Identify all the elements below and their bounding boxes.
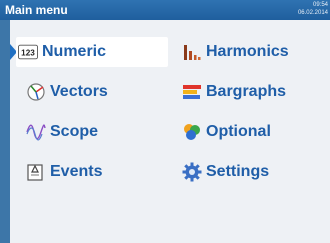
menu-item-label: Scope: [50, 123, 99, 140]
menu-item-optional[interactable]: Optional: [182, 117, 330, 147]
menu-item-bargraphs[interactable]: Bargraphs: [182, 77, 330, 107]
harmonics-bars-icon: [182, 42, 202, 62]
menu-item-numeric[interactable]: 123 Numeric: [16, 37, 168, 67]
menu-item-scope[interactable]: Scope: [16, 117, 166, 147]
bargraphs-icon: [182, 82, 202, 102]
menu-item-harmonics[interactable]: Harmonics: [182, 37, 330, 67]
menu-item-label: Vectors: [50, 83, 108, 100]
settings-gear-icon: [182, 162, 202, 182]
window-title: Main menu: [5, 3, 68, 17]
menu-item-label: Harmonics: [206, 43, 289, 60]
menu-item-label: Optional: [206, 123, 271, 140]
clock: 09:54 06.02.2014: [298, 1, 328, 17]
optional-puzzle-icon: [182, 122, 202, 142]
menu-item-label: Settings: [206, 163, 270, 180]
menu-item-events[interactable]: Events: [16, 157, 166, 187]
menu-item-settings[interactable]: Settings: [182, 157, 330, 187]
title-bar: Main menu 09:54 06.02.2014: [0, 0, 330, 20]
clock-time: 09:54: [312, 2, 328, 8]
menu-item-label: Numeric: [42, 43, 107, 60]
clock-date: 06.02.2014: [297, 10, 328, 16]
menu-item-vectors[interactable]: Vectors: [16, 77, 166, 107]
events-icon: [26, 162, 46, 182]
svg-text:123: 123: [21, 49, 35, 58]
numeric-123-icon: 123: [18, 42, 38, 62]
menu-item-label: Events: [50, 163, 103, 180]
scope-waveform-icon: [26, 122, 46, 142]
menu-item-label: Bargraphs: [206, 83, 287, 100]
vectors-icon: [26, 82, 46, 102]
